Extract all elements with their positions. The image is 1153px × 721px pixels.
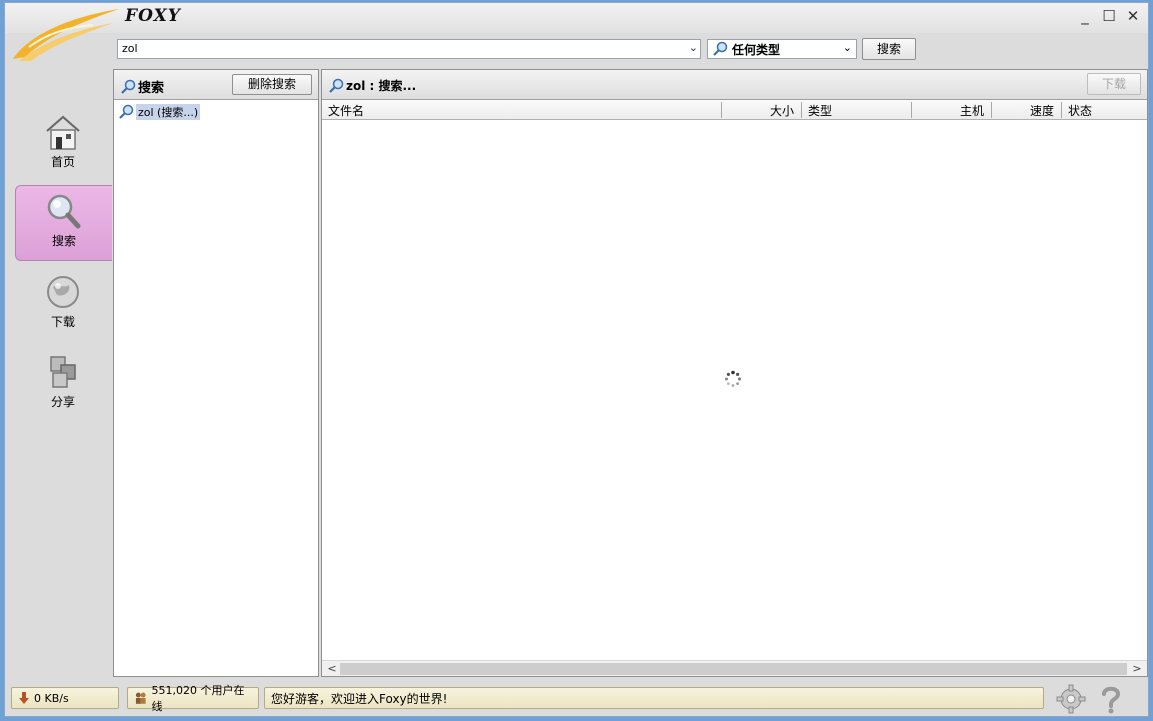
nav-item-home[interactable]: 首页 [15, 107, 111, 183]
scroll-right-icon[interactable]: > [1129, 661, 1145, 677]
help-question-icon[interactable] [1095, 683, 1127, 715]
arrow-down-icon [19, 692, 29, 704]
chevron-down-icon[interactable]: ⌄ [843, 41, 852, 54]
search-icon [713, 41, 728, 56]
status-message: 您好游客，欢迎进入Foxy的世界! [264, 687, 1044, 709]
column-header-speed[interactable]: 速度 [1030, 102, 1054, 118]
chevron-down-icon[interactable]: ⌄ [689, 41, 698, 54]
app-title: FOXY [125, 6, 181, 26]
users-online: 551,020 个用户在线 [127, 684, 259, 713]
delete-search-button[interactable]: 删除搜索 [232, 74, 312, 95]
horizontal-scrollbar[interactable]: < > [322, 660, 1147, 676]
search-list-item[interactable]: zol (搜索...) [118, 104, 201, 120]
globe-icon [47, 276, 79, 308]
nav-label-home: 首页 [50, 155, 75, 169]
download-speed-value: 0 KB/s [34, 691, 69, 705]
search-icon [119, 104, 134, 119]
settings-gear-icon[interactable] [1055, 683, 1087, 715]
minimize-button[interactable]: _ [1076, 7, 1094, 25]
window-controls: _ ☐ ✕ [1076, 7, 1142, 25]
title-bar: FOXY _ ☐ ✕ [5, 3, 1148, 61]
search-bar: zol ⌄ 任何类型 ⌄ 搜索 [117, 37, 1147, 61]
column-divider[interactable] [721, 102, 722, 118]
download-speed: 0 KB/s [11, 687, 119, 709]
results-column-headers: 文件名 大小 类型 主机 速度 状态 [322, 100, 1147, 120]
scroll-left-icon[interactable]: < [324, 661, 340, 677]
column-divider[interactable] [911, 102, 912, 118]
column-header-filename[interactable]: 文件名 [328, 102, 364, 118]
file-type-value: 任何类型 [732, 42, 781, 57]
column-header-type[interactable]: 类型 [808, 102, 832, 118]
download-button[interactable]: 下载 [1087, 73, 1141, 95]
search-button[interactable]: 搜索 [862, 38, 916, 60]
search-query-input[interactable]: zol ⌄ [117, 39, 701, 59]
column-header-host[interactable]: 主机 [960, 102, 984, 118]
search-list-title-text: 搜索 [138, 81, 165, 96]
nav-item-download[interactable]: 下载 [15, 267, 111, 343]
scrollbar-thumb[interactable] [340, 663, 1127, 675]
search-list-header: 搜索 删除搜索 [114, 70, 318, 100]
nav-item-search[interactable]: 搜索 [15, 185, 112, 261]
search-query-value: zol [122, 42, 138, 55]
file-type-select[interactable]: 任何类型 ⌄ [707, 39, 857, 59]
nav-label-search: 搜索 [51, 234, 76, 248]
nav-label-download: 下载 [50, 315, 75, 329]
column-divider[interactable] [1061, 102, 1062, 118]
foxy-logo-icon [13, 9, 119, 61]
status-message-text: 您好游客，欢迎进入Foxy的世界! [271, 691, 448, 706]
column-divider[interactable] [991, 102, 992, 118]
results-title-text: zol : 搜索... [346, 79, 417, 93]
users-icon [135, 692, 146, 704]
results-header: zol : 搜索... 下载 [322, 70, 1147, 100]
users-online-value: 551,020 个用户在线 [151, 684, 245, 713]
share-icon [50, 356, 76, 388]
magnifier-icon [47, 194, 81, 229]
nav-label-share: 分享 [50, 395, 75, 409]
results-title: zol : 搜索... [328, 77, 416, 94]
search-list-panel: 搜索 删除搜索 zol (搜索...) [113, 69, 319, 677]
column-divider[interactable] [801, 102, 802, 118]
maximize-button[interactable]: ☐ [1100, 7, 1118, 25]
close-button[interactable]: ✕ [1124, 7, 1142, 25]
app-window: FOXY _ ☐ ✕ zol ⌄ 任何类型 ⌄ 搜索 首页 搜索 下载 分享 搜… [4, 2, 1149, 717]
search-list-title: 搜索 [120, 77, 164, 96]
nav-item-share[interactable]: 分享 [15, 347, 111, 423]
search-icon [329, 78, 344, 93]
search-icon [121, 79, 136, 94]
home-icon [46, 115, 80, 150]
loading-spinner-icon [725, 370, 741, 387]
search-list-item-label: zol (搜索...) [136, 104, 201, 120]
status-bar: 0 KB/s 551,020 个用户在线 您好游客，欢迎进入Foxy的世界! [5, 681, 1148, 716]
results-panel: zol : 搜索... 下载 文件名 大小 类型 主机 速度 状态 < > [321, 69, 1148, 677]
column-header-status[interactable]: 状态 [1068, 102, 1092, 118]
sidebar-nav: 首页 搜索 下载 分享 [5, 65, 112, 677]
column-header-size[interactable]: 大小 [770, 102, 794, 118]
